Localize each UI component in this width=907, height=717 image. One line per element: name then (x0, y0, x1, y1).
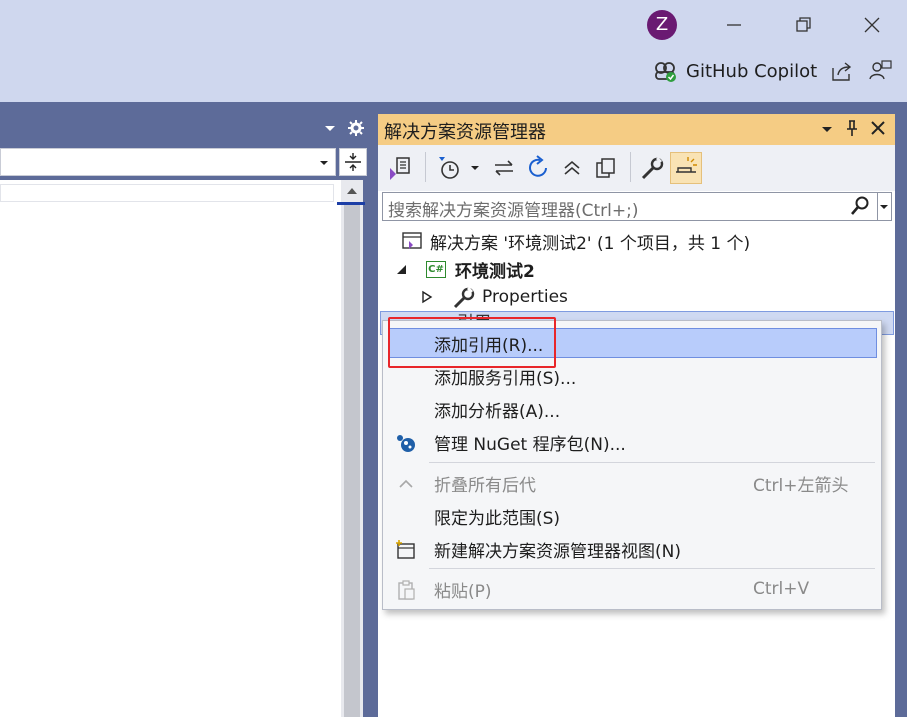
paste-icon (398, 580, 415, 600)
switch-views-icon (390, 157, 410, 180)
pending-changes-filter-button[interactable] (436, 154, 464, 182)
search-icon (851, 196, 869, 215)
menu-item-collapse-all-descendants[interactable]: 折叠所有后代 Ctrl+左箭头 (383, 468, 881, 498)
scroll-up-button[interactable] (345, 184, 359, 198)
collapse-all-button[interactable] (558, 154, 586, 182)
chevron-down-icon (471, 166, 479, 170)
close-icon (864, 17, 880, 33)
search-placeholder: 搜索解决方案资源管理器(Ctrl+;) (388, 201, 639, 221)
title-bar (0, 0, 907, 102)
menu-item-paste[interactable]: 粘贴(P) Ctrl+V (383, 574, 881, 604)
switch-views-button[interactable] (386, 154, 414, 182)
gear-icon (348, 120, 364, 136)
restore-icon (796, 17, 811, 32)
csharp-project-icon: C# (426, 260, 446, 278)
menu-item-manage-nuget[interactable]: 管理 NuGet 程序包(N)... (383, 427, 881, 457)
left-panel-settings-button[interactable] (346, 118, 366, 138)
share-icon (832, 62, 852, 81)
chevron-up-icon (347, 188, 357, 194)
pin-icon (847, 120, 857, 136)
clock-filter-icon (439, 157, 459, 179)
refresh-icon (529, 155, 547, 177)
panel-close-button[interactable] (869, 119, 887, 137)
preview-icon (676, 157, 697, 173)
github-copilot-button[interactable]: GitHub Copilot (652, 56, 817, 86)
share-button[interactable] (829, 58, 855, 84)
tree-item-project[interactable]: C# 环境测试2 (394, 256, 535, 282)
copilot-icon (655, 62, 676, 82)
user-avatar[interactable]: Z (647, 10, 677, 40)
nuget-icon (397, 435, 415, 452)
show-all-files-icon (596, 158, 615, 178)
left-panel-accent-line (337, 202, 365, 205)
menu-separator (429, 568, 875, 569)
left-panel-dropdown-button[interactable] (322, 120, 338, 136)
new-view-icon (396, 540, 415, 559)
refresh-button[interactable] (524, 154, 552, 182)
chevron-down-icon (320, 161, 328, 165)
toolbar-separator (630, 152, 631, 182)
pin-button[interactable] (844, 119, 860, 137)
right-frame-edge (895, 114, 907, 717)
menu-item-add-analyzer[interactable]: 添加分析器(A)... (383, 394, 881, 424)
feedback-icon (869, 60, 892, 80)
restore-button[interactable] (788, 10, 818, 40)
close-icon (871, 121, 885, 135)
chevron-up-icon (399, 479, 413, 488)
chevron-down-icon (880, 205, 888, 209)
split-button[interactable] (339, 148, 367, 176)
panel-dropdown-button[interactable] (819, 121, 835, 137)
left-panel-scroll-thumb[interactable] (344, 204, 360, 717)
menu-item-scope-to-this[interactable]: 限定为此范围(S) (383, 501, 881, 531)
preview-selected-items-button[interactable] (670, 152, 702, 184)
project-label: 环境测试2 (455, 261, 535, 282)
sync-icon (495, 160, 513, 176)
solution-explorer-title: 解决方案资源管理器 (384, 122, 546, 143)
expanded-triangle-icon (397, 265, 406, 274)
properties-button[interactable] (638, 154, 666, 182)
chevron-down-icon (822, 127, 832, 132)
wrench-icon (641, 156, 664, 180)
properties-label: Properties (482, 287, 568, 307)
show-all-files-button[interactable] (592, 154, 620, 182)
tree-item-solution[interactable]: 解决方案 '环境测试2' (1 个项目，共 1 个) (400, 228, 750, 254)
left-panel-header (0, 114, 370, 144)
close-window-button[interactable] (857, 10, 887, 40)
menu-separator (429, 462, 875, 463)
left-panel-input[interactable] (0, 184, 334, 202)
solution-label: 解决方案 '环境测试2' (1 个项目，共 1 个) (430, 233, 751, 254)
search-options-dropdown[interactable] (878, 192, 892, 221)
tree-item-properties[interactable]: Properties (420, 284, 568, 310)
feedback-button[interactable] (867, 58, 893, 84)
solution-icon (402, 232, 422, 249)
search-button[interactable] (850, 195, 872, 217)
sync-active-document-button[interactable] (490, 154, 518, 182)
menu-item-new-solution-explorer-view[interactable]: 新建解决方案资源管理器视图(N) (383, 534, 881, 564)
copilot-label: GitHub Copilot (686, 60, 818, 82)
collapsed-triangle-icon (422, 290, 433, 304)
minimize-icon (727, 24, 741, 26)
toolbar-separator (425, 152, 426, 182)
annotation-highlight-box (388, 317, 556, 368)
minimize-button[interactable] (719, 10, 749, 40)
collapse-all-icon (564, 160, 580, 175)
left-panel-combo[interactable] (0, 148, 336, 176)
left-panel-content (0, 180, 341, 717)
filter-dropdown-button[interactable] (469, 162, 481, 174)
chevron-down-icon (325, 126, 335, 131)
split-icon (345, 153, 361, 171)
wrench-icon (453, 286, 475, 309)
